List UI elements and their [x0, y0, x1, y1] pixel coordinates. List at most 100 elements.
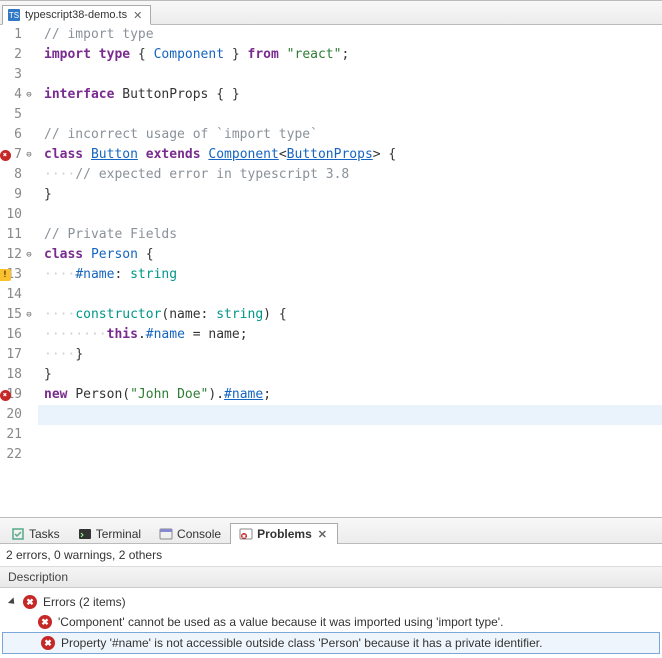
- typescript-file-icon: TS: [7, 8, 21, 22]
- code-line[interactable]: class Person {: [38, 245, 662, 265]
- code-line[interactable]: [38, 285, 662, 305]
- code-line[interactable]: [38, 425, 662, 445]
- view-tab-label: Terminal: [96, 527, 141, 541]
- line-number: 3: [14, 65, 22, 85]
- line-number: 2: [14, 45, 22, 65]
- gutter-line: 5: [0, 105, 34, 125]
- code-line[interactable]: [38, 65, 662, 85]
- gutter-line: 12⊖: [0, 245, 34, 265]
- gutter-line: 1: [0, 25, 34, 45]
- error-gutter-icon: ✖: [0, 148, 12, 162]
- problems-group-errors[interactable]: ✖ Errors (2 items): [0, 592, 662, 612]
- view-tab-label: Tasks: [29, 527, 60, 541]
- line-number: 14: [6, 285, 22, 305]
- gutter-line: 22: [0, 445, 34, 465]
- line-number: 17: [6, 345, 22, 365]
- gutter-line: 3: [0, 65, 34, 85]
- gutter-line: 11: [0, 225, 34, 245]
- editor-tab-label: typescript38-demo.ts: [25, 9, 127, 21]
- svg-text:TS: TS: [9, 11, 19, 20]
- problems-column-header[interactable]: Description: [0, 567, 662, 588]
- problems-icon: ✖: [239, 527, 253, 541]
- line-number: 20: [6, 405, 22, 425]
- code-line[interactable]: ····// expected error in typescript 3.8: [38, 165, 662, 185]
- code-line[interactable]: interface ButtonProps { }: [38, 85, 662, 105]
- line-number: 11: [6, 225, 22, 245]
- view-tab-terminal[interactable]: Terminal: [69, 523, 150, 544]
- view-tab-label: Console: [177, 527, 221, 541]
- tasks-icon: [11, 527, 25, 541]
- problem-item[interactable]: ✖ 'Component' cannot be used as a value …: [0, 612, 662, 632]
- gutter-line: 6: [0, 125, 34, 145]
- line-number: 15: [6, 305, 22, 325]
- gutter-line: 2: [0, 45, 34, 65]
- code-line[interactable]: import type { Component } from "react";: [38, 45, 662, 65]
- code-editor[interactable]: 1234⊖56✖7⊖89101112⊖!131415⊖161718✖192021…: [0, 25, 662, 517]
- gutter-line: 21: [0, 425, 34, 445]
- line-number: 5: [14, 105, 22, 125]
- gutter-line: 9: [0, 185, 34, 205]
- code-line[interactable]: ····#name: string: [38, 265, 662, 285]
- line-number: 9: [14, 185, 22, 205]
- gutter-line: 10: [0, 205, 34, 225]
- console-icon: [159, 527, 173, 541]
- line-number: 12: [6, 245, 22, 265]
- gutter-line: 17: [0, 345, 34, 365]
- code-line[interactable]: }: [38, 185, 662, 205]
- error-icon: ✖: [23, 595, 37, 609]
- svg-text:✖: ✖: [242, 534, 246, 540]
- problems-tree: ✖ Errors (2 items) ✖ 'Component' cannot …: [0, 588, 662, 658]
- line-number: 22: [6, 445, 22, 465]
- gutter-line: 16: [0, 325, 34, 345]
- bottom-panel: Tasks Terminal Console ✖ Problems ✕ 2 errors,…: [0, 517, 662, 658]
- code-line[interactable]: // incorrect usage of `import type`: [38, 125, 662, 145]
- fold-toggle-icon[interactable]: ⊖: [24, 90, 34, 100]
- problems-group-label: Errors (2 items): [43, 595, 126, 609]
- fold-toggle-icon[interactable]: ⊖: [24, 250, 34, 260]
- gutter-line: !13: [0, 265, 34, 285]
- problems-summary: 2 errors, 0 warnings, 2 others: [0, 544, 662, 567]
- view-tab-console[interactable]: Console: [150, 523, 230, 544]
- gutter-line: 4⊖: [0, 85, 34, 105]
- code-line[interactable]: class Button extends Component<ButtonPro…: [38, 145, 662, 165]
- fold-toggle-icon[interactable]: ⊖: [24, 150, 34, 160]
- code-line[interactable]: ····}: [38, 345, 662, 365]
- gutter-line: 20: [0, 405, 34, 425]
- warning-gutter-icon: !: [0, 268, 12, 282]
- error-icon: ✖: [41, 636, 55, 650]
- code-line[interactable]: [38, 445, 662, 465]
- fold-toggle-icon[interactable]: ⊖: [24, 310, 34, 320]
- code-line[interactable]: [38, 205, 662, 225]
- close-icon[interactable]: ✕: [131, 9, 144, 22]
- line-number: 7: [14, 145, 22, 165]
- code-content[interactable]: // import typeimport type { Component } …: [38, 25, 662, 517]
- line-number: 6: [14, 125, 22, 145]
- code-line[interactable]: // import type: [38, 25, 662, 45]
- code-line[interactable]: new Person("John Doe").#name;: [38, 385, 662, 405]
- code-line[interactable]: [38, 405, 662, 425]
- code-line[interactable]: ········this.#name = name;: [38, 325, 662, 345]
- view-tab-problems[interactable]: ✖ Problems ✕: [230, 523, 338, 544]
- code-line[interactable]: }: [38, 365, 662, 385]
- code-line[interactable]: ····constructor(name: string) {: [38, 305, 662, 325]
- line-number: 18: [6, 365, 22, 385]
- problem-item[interactable]: ✖ Property '#name' is not accessible out…: [2, 632, 660, 654]
- gutter-line: 14: [0, 285, 34, 305]
- line-number: 8: [14, 165, 22, 185]
- chevron-down-icon[interactable]: [8, 597, 17, 606]
- line-number: 1: [14, 25, 22, 45]
- line-number: 21: [6, 425, 22, 445]
- error-icon: ✖: [38, 615, 52, 629]
- view-tab-label: Problems: [257, 527, 312, 541]
- editor-tab[interactable]: TS typescript38-demo.ts ✕: [2, 5, 151, 25]
- view-tab-tasks[interactable]: Tasks: [2, 523, 69, 544]
- problem-message: 'Component' cannot be used as a value be…: [58, 615, 503, 629]
- problem-message: Property '#name' is not accessible outsi…: [61, 636, 542, 650]
- gutter-line: 15⊖: [0, 305, 34, 325]
- line-number: 16: [6, 325, 22, 345]
- code-line[interactable]: // Private Fields: [38, 225, 662, 245]
- line-number: 4: [14, 85, 22, 105]
- code-line[interactable]: [38, 105, 662, 125]
- close-icon[interactable]: ✕: [316, 528, 329, 541]
- gutter-line: 8: [0, 165, 34, 185]
